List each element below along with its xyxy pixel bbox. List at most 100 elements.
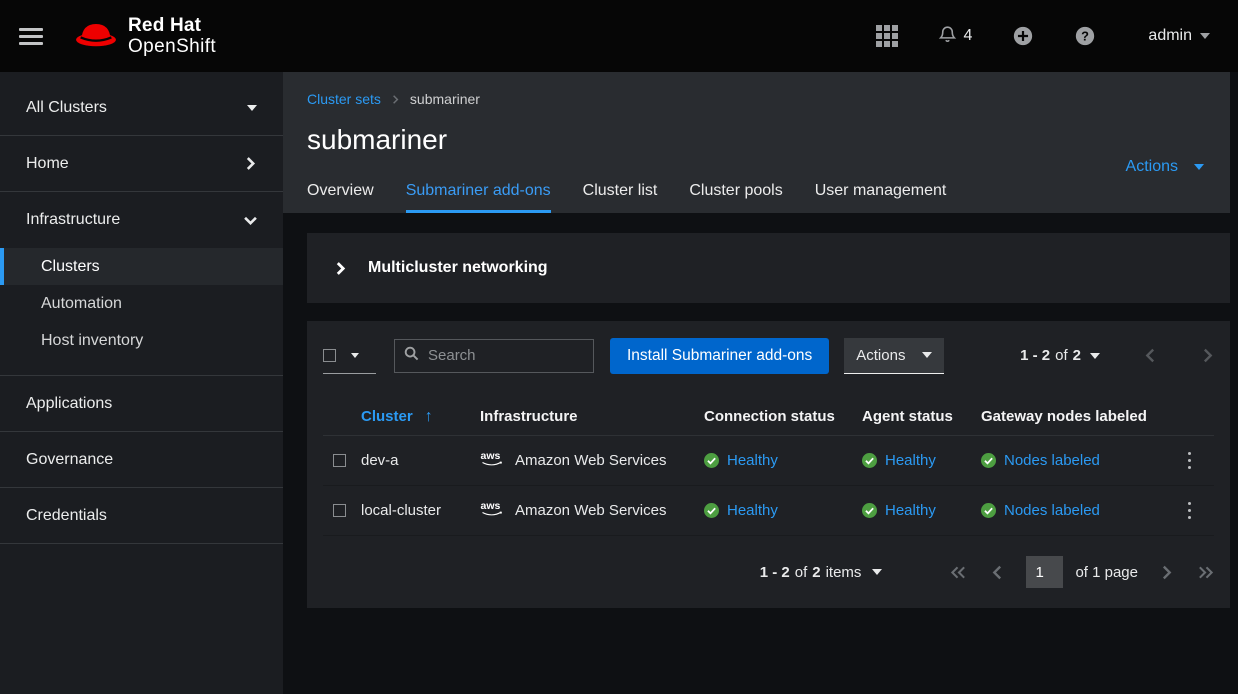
sidebar-subitem-label: Automation bbox=[41, 295, 122, 313]
chevron-down-icon bbox=[1200, 33, 1210, 39]
help-icon[interactable]: ? bbox=[1074, 25, 1096, 47]
tab-cluster-pools[interactable]: Cluster pools bbox=[689, 173, 782, 213]
pagination-total: 2 bbox=[1073, 347, 1081, 364]
sidebar-item-automation[interactable]: Automation bbox=[0, 285, 283, 322]
tab-cluster-list[interactable]: Cluster list bbox=[583, 173, 658, 213]
infrastructure-name: Amazon Web Services bbox=[515, 452, 666, 469]
table-toolbar: Install Submariner add-ons Actions 1 - 2… bbox=[323, 337, 1214, 374]
column-label: Gateway nodes labeled bbox=[981, 408, 1147, 425]
svg-text:aws: aws bbox=[481, 500, 501, 512]
pagination-range: 1 - 2 bbox=[1020, 347, 1050, 364]
svg-text:?: ? bbox=[1082, 29, 1090, 44]
sidebar-item-applications[interactable]: Applications bbox=[0, 376, 283, 432]
install-submariner-button[interactable]: Install Submariner add-ons bbox=[610, 338, 829, 374]
breadcrumb-link-cluster-sets[interactable]: Cluster sets bbox=[307, 91, 381, 107]
sidebar-item-infrastructure[interactable]: Infrastructure bbox=[0, 192, 283, 248]
gateway-nodes-link[interactable]: Nodes labeled bbox=[1004, 452, 1100, 469]
caret-down-icon bbox=[922, 352, 932, 358]
toolbar-actions-label: Actions bbox=[856, 347, 905, 364]
breadcrumb-current: submariner bbox=[410, 91, 480, 107]
first-page-button[interactable] bbox=[950, 565, 967, 580]
masthead: Red Hat OpenShift 4 ? bbox=[0, 0, 1238, 72]
notifications-button[interactable]: 4 bbox=[938, 24, 973, 48]
notification-count: 4 bbox=[964, 27, 973, 45]
row-checkbox[interactable] bbox=[333, 454, 346, 467]
caret-down-icon bbox=[872, 569, 882, 575]
column-header-agent-status[interactable]: Agent status bbox=[862, 408, 981, 425]
brand-logo: Red Hat OpenShift bbox=[73, 15, 216, 58]
user-name: admin bbox=[1148, 27, 1192, 45]
expand-chevron-icon[interactable] bbox=[334, 262, 347, 275]
add-circle-icon[interactable] bbox=[1012, 25, 1034, 47]
multicluster-networking-section[interactable]: Multicluster networking bbox=[307, 233, 1230, 303]
scrollbar[interactable] bbox=[1230, 72, 1238, 694]
agent-status-link[interactable]: Healthy bbox=[885, 452, 936, 469]
sidebar-item-credentials[interactable]: Credentials bbox=[0, 488, 283, 544]
row-kebab-menu[interactable] bbox=[1182, 496, 1197, 525]
tab-bar: Overview Submariner add-ons Cluster list… bbox=[307, 173, 978, 213]
tab-user-management[interactable]: User management bbox=[815, 173, 947, 213]
row-kebab-menu[interactable] bbox=[1182, 446, 1197, 475]
next-page-button[interactable] bbox=[1201, 348, 1214, 363]
caret-down-icon bbox=[1090, 353, 1100, 359]
bulk-select-dropdown[interactable] bbox=[323, 338, 376, 374]
expandable-section-title: Multicluster networking bbox=[368, 259, 548, 277]
sidebar-item-label: Home bbox=[26, 155, 69, 173]
submariner-table-card: Install Submariner add-ons Actions 1 - 2… bbox=[307, 321, 1230, 608]
row-checkbox[interactable] bbox=[333, 504, 346, 517]
bulk-select-checkbox[interactable] bbox=[323, 349, 336, 362]
connection-status-link[interactable]: Healthy bbox=[727, 502, 778, 519]
next-page-button[interactable] bbox=[1160, 565, 1173, 580]
search-input[interactable] bbox=[428, 347, 578, 364]
cluster-selector-dropdown[interactable]: All Clusters bbox=[0, 80, 283, 136]
sidebar-subitem-label: Host inventory bbox=[41, 332, 143, 350]
pagination-summary-dropdown[interactable]: 1 - 2 of 2 bbox=[1020, 347, 1100, 364]
cluster-name: local-cluster bbox=[361, 502, 480, 519]
redhat-fedora-icon bbox=[73, 17, 119, 56]
aws-icon: aws bbox=[480, 499, 507, 522]
sidebar: All Clusters Home Infrastructure Cluster… bbox=[0, 72, 283, 694]
pagination-of: of bbox=[795, 564, 808, 581]
tab-submariner-add-ons[interactable]: Submariner add-ons bbox=[406, 173, 551, 213]
cluster-selector-label: All Clusters bbox=[26, 99, 107, 117]
sort-ascending-icon: ↑ bbox=[425, 408, 433, 426]
clusters-table: Cluster ↑ Infrastructure Connection stat… bbox=[323, 398, 1214, 536]
page-actions-label: Actions bbox=[1126, 158, 1178, 176]
prev-page-button[interactable] bbox=[1144, 348, 1157, 363]
column-header-gateway[interactable]: Gateway nodes labeled bbox=[981, 408, 1164, 425]
user-menu[interactable]: admin bbox=[1148, 27, 1210, 45]
pagination-items-label: items bbox=[826, 564, 862, 581]
last-page-button[interactable] bbox=[1197, 565, 1214, 580]
sidebar-item-clusters[interactable]: Clusters bbox=[0, 248, 283, 285]
tab-overview[interactable]: Overview bbox=[307, 173, 374, 213]
sidebar-item-governance[interactable]: Governance bbox=[0, 432, 283, 488]
page-actions-dropdown[interactable]: Actions bbox=[1126, 158, 1204, 176]
pagination-items-dropdown[interactable]: 1 - 2 of 2 items bbox=[760, 564, 883, 581]
table-header-row: Cluster ↑ Infrastructure Connection stat… bbox=[323, 398, 1214, 436]
chevron-down-icon bbox=[244, 214, 257, 227]
column-header-connection-status[interactable]: Connection status bbox=[704, 408, 862, 425]
sidebar-item-label: Credentials bbox=[26, 507, 107, 525]
connection-status-link[interactable]: Healthy bbox=[727, 452, 778, 469]
page-number-input[interactable] bbox=[1026, 556, 1063, 588]
page-header: Cluster sets submariner submariner Actio… bbox=[283, 72, 1238, 213]
search-box bbox=[394, 339, 594, 373]
toolbar-actions-dropdown[interactable]: Actions bbox=[844, 338, 944, 374]
sidebar-item-home[interactable]: Home bbox=[0, 136, 283, 192]
healthy-check-icon bbox=[981, 503, 996, 518]
healthy-check-icon bbox=[862, 453, 877, 468]
table-row-local-cluster: local-cluster aws Amazon Web Services He… bbox=[323, 486, 1214, 536]
column-header-infrastructure[interactable]: Infrastructure bbox=[480, 408, 704, 425]
prev-page-button[interactable] bbox=[991, 565, 1004, 580]
app-launcher-icon[interactable] bbox=[876, 25, 898, 47]
nav-toggle-icon[interactable] bbox=[19, 24, 43, 49]
pagination-total: 2 bbox=[812, 564, 820, 581]
table-row-dev-a: dev-a aws Amazon Web Services Healthy He… bbox=[323, 436, 1214, 486]
sidebar-item-host-inventory[interactable]: Host inventory bbox=[0, 322, 283, 359]
gateway-nodes-link[interactable]: Nodes labeled bbox=[1004, 502, 1100, 519]
sidebar-item-label: Infrastructure bbox=[26, 211, 120, 229]
bell-icon bbox=[938, 24, 957, 48]
search-icon bbox=[404, 346, 419, 366]
agent-status-link[interactable]: Healthy bbox=[885, 502, 936, 519]
column-header-cluster[interactable]: Cluster ↑ bbox=[361, 408, 480, 426]
